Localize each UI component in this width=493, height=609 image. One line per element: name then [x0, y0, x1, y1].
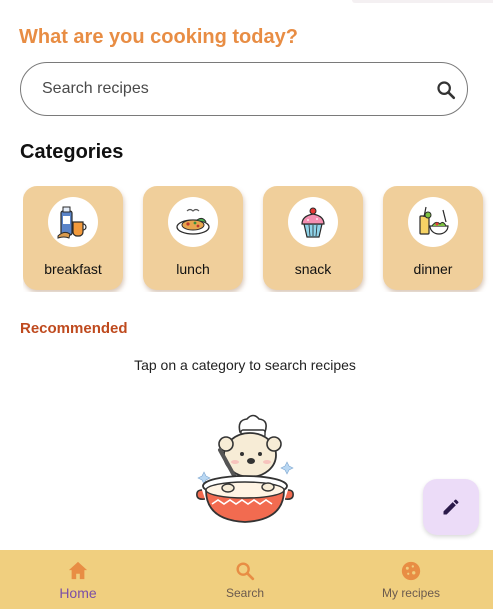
category-card-snack[interactable]: snack — [263, 186, 363, 290]
bottom-navigation: Home Search My recipes — [0, 550, 493, 609]
recommended-title: Recommended — [20, 320, 128, 337]
pencil-icon — [443, 499, 459, 515]
category-label: dinner — [413, 261, 453, 277]
nav-item-home[interactable]: Home — [13, 550, 143, 609]
search-input[interactable] — [40, 73, 424, 105]
search-button[interactable] — [433, 77, 459, 103]
cupcake-icon — [288, 197, 338, 247]
top-edge-strip — [352, 0, 493, 3]
page-title: What are you cooking today? — [19, 26, 298, 48]
category-label: lunch — [176, 261, 210, 277]
home-icon — [67, 560, 89, 582]
category-card-dinner[interactable]: dinner — [383, 186, 483, 290]
edit-recipe-button[interactable] — [423, 479, 479, 535]
nav-item-search[interactable]: Search — [180, 550, 310, 609]
category-label: snack — [294, 261, 332, 277]
category-card-lunch[interactable]: lunch — [143, 186, 243, 290]
nav-label: My recipes — [381, 586, 440, 600]
cookie-icon — [400, 560, 422, 582]
breakfast-icon — [48, 197, 98, 247]
dinner-icon — [408, 197, 458, 247]
category-card-breakfast[interactable]: breakfast — [23, 186, 123, 290]
search-bar[interactable] — [20, 62, 468, 116]
search-icon — [234, 560, 256, 582]
category-list: breakfast lunch snack dinner — [23, 186, 493, 292]
recommended-hint: Tap on a category to search recipes — [134, 357, 356, 373]
nav-label: Home — [59, 585, 97, 601]
nav-item-my-recipes[interactable]: My recipes — [346, 550, 476, 609]
category-label: breakfast — [44, 261, 102, 277]
chef-mascot-illustration — [190, 410, 300, 530]
nav-label: Search — [225, 586, 265, 600]
categories-title: Categories — [20, 141, 124, 163]
lunch-icon — [168, 197, 218, 247]
search-icon — [437, 81, 456, 100]
